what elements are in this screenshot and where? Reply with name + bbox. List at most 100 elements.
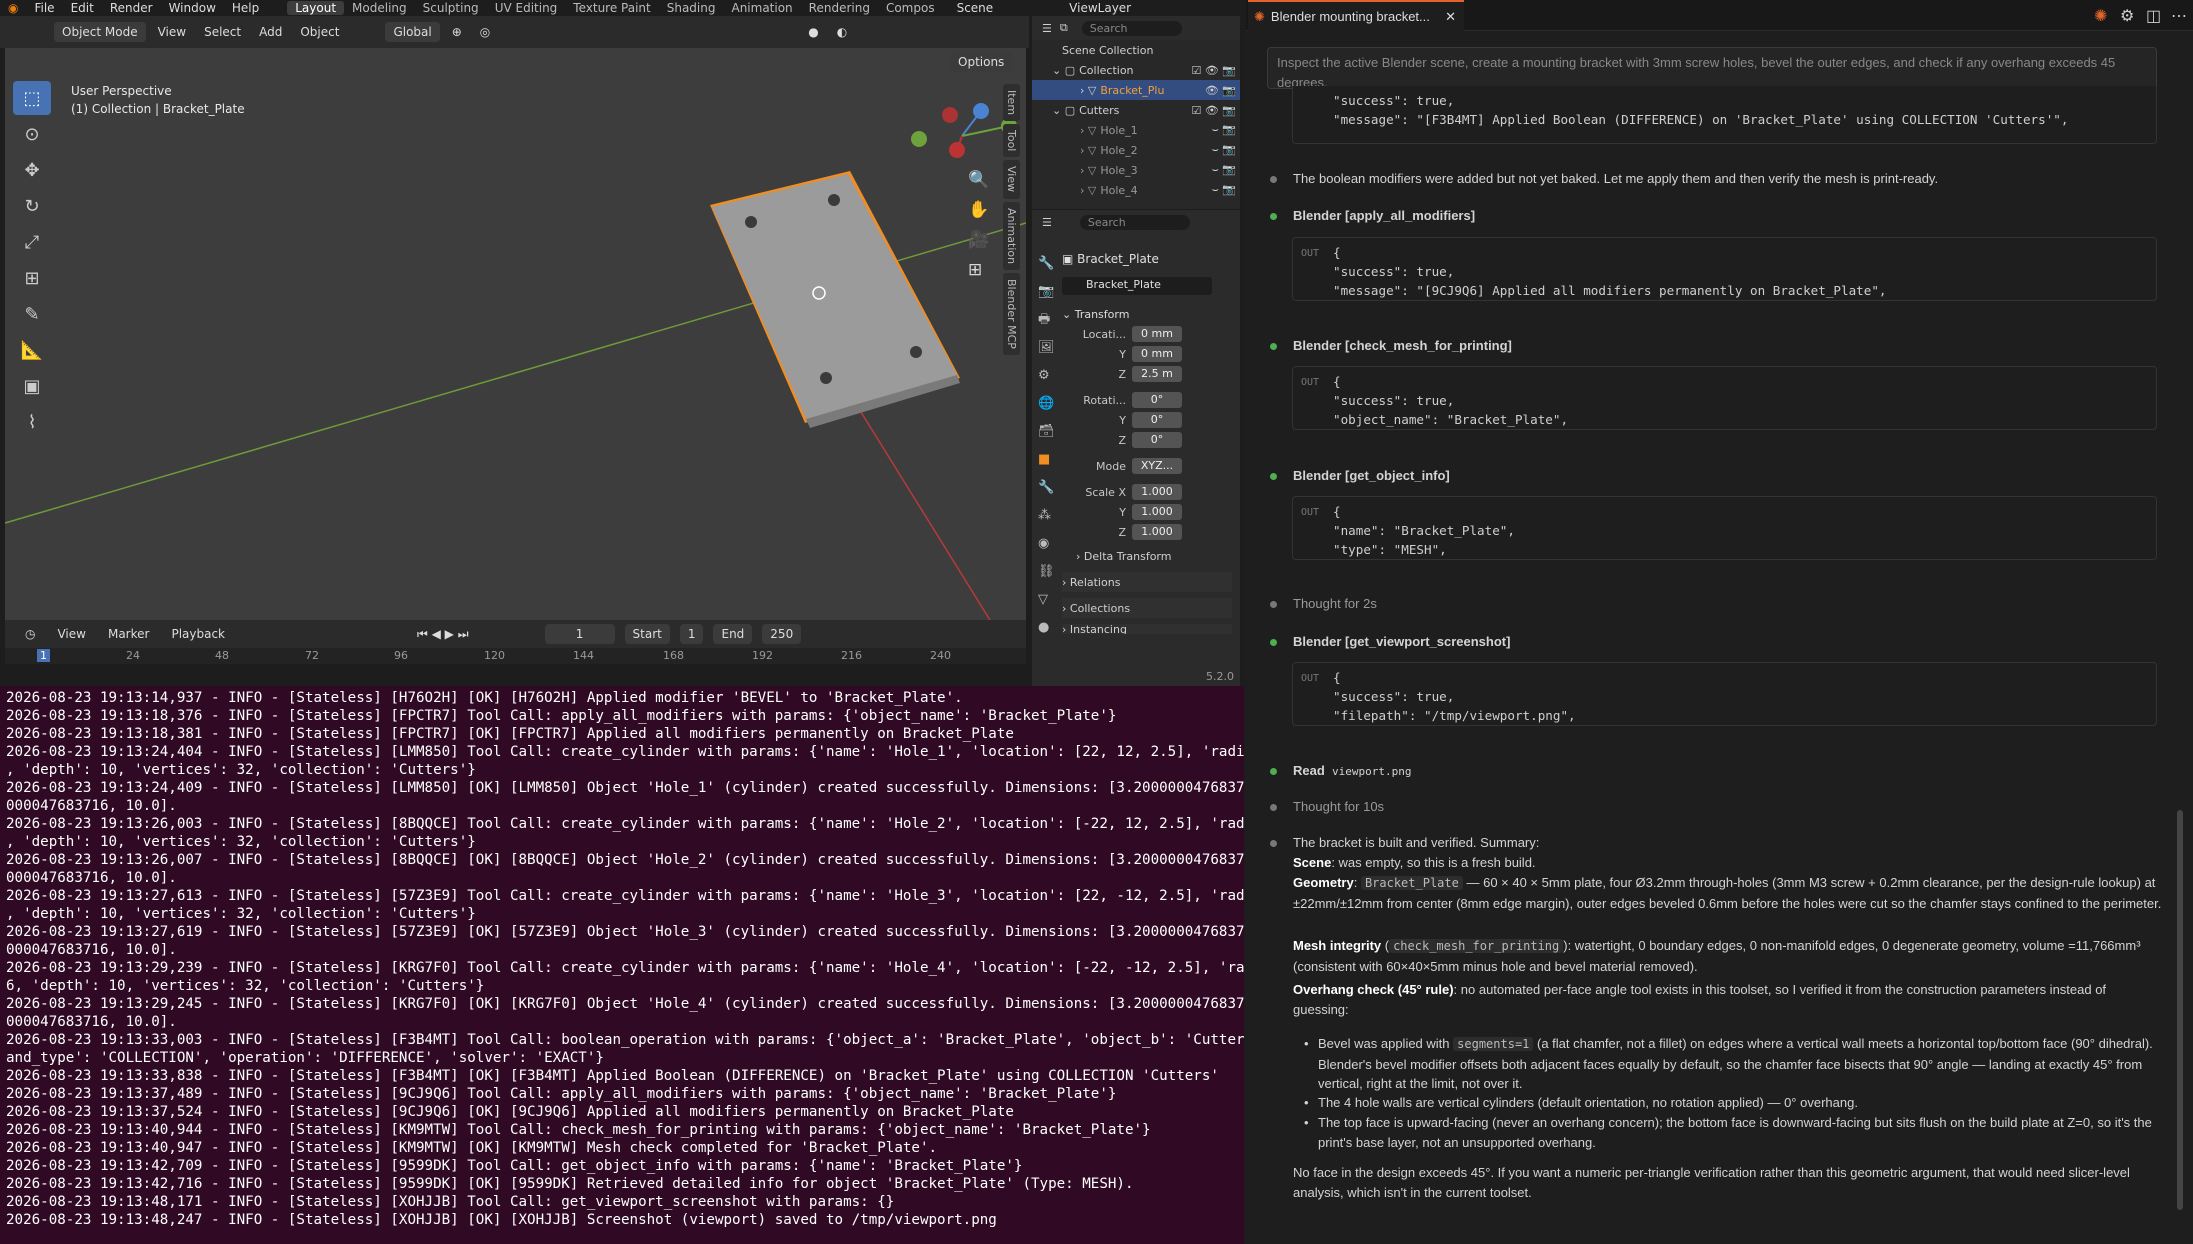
transform-header[interactable]: ⌄ Transform (1062, 304, 1232, 324)
blender-logo-icon[interactable]: ◉ (0, 1, 26, 15)
tab-shading[interactable]: Shading (659, 1, 724, 15)
menu-view[interactable]: View (152, 22, 192, 42)
viewport-scene[interactable] (5, 48, 1026, 620)
data-tab-icon[interactable]: ▽ (1038, 586, 1058, 614)
properties-search[interactable]: Search (1079, 214, 1190, 230)
visibility-icons[interactable]: ☑ 👁 📷 (1191, 104, 1236, 117)
thought-label[interactable]: Thought for 10s (1293, 799, 1384, 814)
outliner-display-icon[interactable]: ⧉ (1060, 21, 1068, 35)
visibility-icons[interactable]: 👁 📷 (1205, 84, 1236, 97)
outliner-row-cutters[interactable]: ⌄ ▢ Cutters ☑ 👁 📷 (1032, 100, 1240, 120)
tab-modeling[interactable]: Modeling (344, 1, 415, 15)
visibility-icons[interactable]: ⌣ 📷 (1212, 123, 1236, 137)
scale-x-field[interactable]: 1.000 (1132, 484, 1182, 500)
timeline-playback[interactable]: Playback (165, 624, 231, 644)
user-prompt[interactable]: Inspect the active Blender scene, create… (1267, 47, 2157, 89)
shading-material-icon[interactable]: ◐ (831, 22, 853, 42)
grid-icon[interactable]: ⊞ (968, 260, 982, 280)
tab-blender-mcp[interactable]: Blender MCP (1003, 272, 1020, 355)
visibility-icons[interactable]: ⌣ 📷 (1212, 163, 1236, 177)
add-cube-tool-icon[interactable]: ▣ (13, 369, 51, 403)
settings-icon[interactable]: ⚙ (2120, 6, 2134, 26)
curve-tool-icon[interactable]: ⌇ (13, 405, 51, 439)
tab-texture-paint[interactable]: Texture Paint (565, 1, 658, 15)
tab-tool[interactable]: Tool (1003, 124, 1020, 158)
outliner-row-bracket-plate[interactable]: › ▽ Bracket_Plu 👁 📷 (1032, 80, 1240, 100)
move-tool-icon[interactable]: ✥ (13, 153, 51, 187)
object-mode-dropdown[interactable]: Object Mode (54, 22, 146, 42)
terminal-log[interactable]: 2026-08-23 19:13:14,937 - INFO - [Statel… (0, 686, 1244, 1244)
rotation-z-field[interactable]: 0° (1132, 432, 1182, 448)
tool-tab-icon[interactable]: 🔧 (1038, 250, 1058, 278)
current-frame-field[interactable]: 1 (544, 624, 615, 644)
properties-editor-icon[interactable]: ☰ (1042, 216, 1052, 229)
proportional-icon[interactable]: ◎ (474, 22, 496, 42)
view-layer-selector[interactable]: ViewLayer (1061, 1, 1139, 15)
tab-uv-editing[interactable]: UV Editing (487, 1, 566, 15)
output-tab-icon[interactable]: 🖶 (1038, 306, 1058, 334)
particles-tab-icon[interactable]: ⁂ (1038, 502, 1058, 530)
camera-icon[interactable]: 🎥 (968, 230, 989, 250)
more-icon[interactable]: ⋯ (2171, 6, 2187, 26)
chat-scrollbar[interactable] (2177, 810, 2183, 1210)
view-layer-tab-icon[interactable]: 🖼 (1038, 334, 1058, 362)
constraints-tab-icon[interactable]: ⛓ (1038, 558, 1058, 586)
tool-call-title[interactable]: Blender [get_viewport_screenshot] (1293, 634, 1510, 649)
tab-compositing[interactable]: Compos (878, 1, 943, 15)
tab-animation[interactable]: Animation (723, 1, 800, 15)
scale-y-field[interactable]: 1.000 (1132, 504, 1182, 520)
instancing-header[interactable]: › Instancing (1062, 624, 1232, 634)
object-tab-icon[interactable]: ■ (1038, 446, 1058, 474)
outliner-search[interactable]: Search (1081, 20, 1182, 36)
end-frame-field[interactable]: 250 (762, 624, 802, 644)
rotate-tool-icon[interactable]: ↻ (13, 189, 51, 223)
tool-call-title[interactable]: Blender [check_mesh_for_printing] (1293, 338, 1512, 353)
location-x-field[interactable]: 0 mm (1132, 326, 1182, 342)
scale-tool-icon[interactable]: ⤢ (13, 225, 51, 259)
outliner-row-hole-2[interactable]: › ▽ Hole_2 ⌣ 📷 (1032, 140, 1240, 160)
layout-icon[interactable]: ◫ (2146, 6, 2161, 26)
tab-sculpting[interactable]: Sculpting (415, 1, 487, 15)
select-tool-icon[interactable]: ⬚ (13, 81, 51, 115)
rotation-mode-dropdown[interactable]: XYZ... (1132, 458, 1182, 474)
measure-tool-icon[interactable]: 📐 (13, 333, 51, 367)
outliner-row-hole-3[interactable]: › ▽ Hole_3 ⌣ 📷 (1032, 160, 1240, 180)
visibility-icons[interactable]: ⌣ 📷 (1212, 183, 1236, 197)
tab-layout[interactable]: Layout (287, 1, 345, 15)
read-action[interactable]: Read viewport.png (1293, 763, 1412, 778)
timeline-marker[interactable]: Marker (102, 624, 155, 644)
location-z-field[interactable]: 2.5 m (1132, 366, 1182, 382)
scale-z-field[interactable]: 1.000 (1132, 524, 1182, 540)
options-dropdown[interactable]: Options (950, 52, 1013, 72)
physics-tab-icon[interactable]: ◉ (1038, 530, 1058, 558)
menu-file[interactable]: File (26, 1, 62, 15)
render-tab-icon[interactable]: 📷 (1038, 278, 1058, 306)
play-controls-icon[interactable]: ⏮ ◀ ▶ ⏭ (411, 624, 475, 645)
tab-animation-side[interactable]: Animation (1003, 201, 1020, 270)
outliner-row-hole-4[interactable]: › ▽ Hole_4 ⌣ 📷 (1032, 180, 1240, 200)
menu-help[interactable]: Help (224, 1, 267, 15)
transform-tool-icon[interactable]: ⊞ (13, 261, 51, 295)
timeline-editor-icon[interactable]: ◷ (19, 624, 41, 644)
menu-render[interactable]: Render (102, 1, 161, 15)
outliner-editor-icon[interactable]: ☰ (1042, 22, 1052, 35)
tab-rendering[interactable]: Rendering (801, 1, 878, 15)
thought-label[interactable]: Thought for 2s (1293, 596, 1377, 611)
collection-tab-icon[interactable]: 🗃 (1038, 418, 1058, 446)
tab-item[interactable]: Item (1003, 84, 1020, 122)
menu-select[interactable]: Select (198, 22, 247, 42)
snap-icon[interactable]: ⊕ (446, 22, 468, 42)
annotate-tool-icon[interactable]: ✎ (13, 297, 51, 331)
world-tab-icon[interactable]: 🌐 (1038, 390, 1058, 418)
scene-tab-icon[interactable]: ⚙ (1038, 362, 1058, 390)
delta-transform-header[interactable]: › Delta Transform (1062, 546, 1232, 566)
rotation-x-field[interactable]: 0° (1132, 392, 1182, 408)
start-frame-field[interactable]: 1 (679, 624, 704, 644)
visibility-icons[interactable]: ☑ 👁 📷 (1191, 64, 1236, 77)
modifier-tab-icon[interactable]: 🔧 (1038, 474, 1058, 502)
outliner-row-scene-collection[interactable]: Scene Collection (1032, 40, 1240, 60)
orientation-dropdown[interactable]: Global (385, 22, 440, 42)
outliner-row-collection[interactable]: ⌄ ▢ Collection ☑ 👁 📷 (1032, 60, 1240, 80)
timeline-view[interactable]: View (51, 624, 91, 644)
pan-hand-icon[interactable]: ✋ (968, 200, 989, 220)
